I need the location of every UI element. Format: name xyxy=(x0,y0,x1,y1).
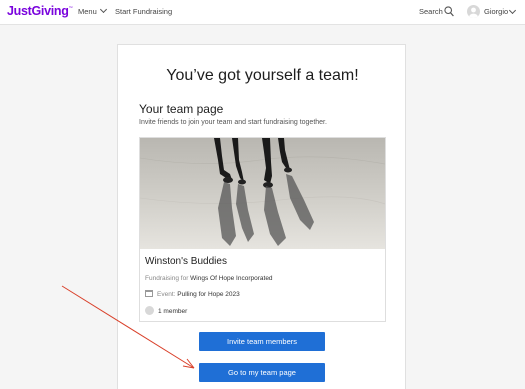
user-name[interactable]: Giorgio xyxy=(484,7,508,16)
justgiving-logo[interactable]: JustGiving™ xyxy=(7,4,73,18)
fundraising-prefix: Fundraising for xyxy=(145,275,189,282)
user-avatar[interactable] xyxy=(467,5,480,18)
fundraising-for: Fundraising for Wings Of Hope Incorporat… xyxy=(145,275,273,282)
logo-text: JustGiving xyxy=(7,4,69,18)
member-count: 1 member xyxy=(145,306,188,316)
trademark-mark: ™ xyxy=(68,5,73,10)
start-fundraising-link[interactable]: Start Fundraising xyxy=(115,7,172,16)
page-title: You’ve got yourself a team! xyxy=(166,67,359,84)
invite-team-members-button[interactable]: Invite team members xyxy=(199,332,325,351)
event-prefix: Event: xyxy=(157,291,176,299)
calendar-icon xyxy=(145,290,153,297)
search-link[interactable]: Search xyxy=(419,7,443,16)
user-silhouette-icon xyxy=(469,7,478,18)
team-name[interactable]: Winston's Buddies xyxy=(145,256,227,267)
section-subtitle: Invite friends to join your team and sta… xyxy=(139,119,327,126)
chevron-down-icon xyxy=(99,5,107,14)
search-icon[interactable] xyxy=(444,6,454,17)
menu-label: Menu xyxy=(78,7,97,16)
team-page-card[interactable]: Winston's Buddies Fundraising for Wings … xyxy=(139,137,386,322)
team-created-card: You’ve got yourself a team! Your team pa… xyxy=(117,44,406,389)
chevron-down-icon[interactable] xyxy=(508,6,517,15)
member-avatar-icon xyxy=(145,306,154,315)
member-count-text: 1 member xyxy=(158,308,188,316)
section-title: Your team page xyxy=(139,102,224,116)
event-info: Event: Pulling for Hope 2023 xyxy=(145,290,240,299)
menu-dropdown[interactable]: Menu xyxy=(78,5,107,16)
top-navbar: JustGiving™ Menu Start Fundraising Searc… xyxy=(0,0,525,25)
event-name[interactable]: Pulling for Hope 2023 xyxy=(177,291,240,298)
go-to-team-page-button[interactable]: Go to my team page xyxy=(199,363,325,382)
charity-name[interactable]: Wings Of Hope Incorporated xyxy=(190,275,272,282)
team-cover-image xyxy=(140,138,385,249)
